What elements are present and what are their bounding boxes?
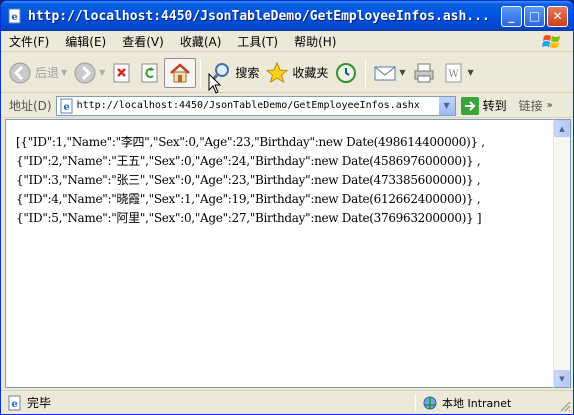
mail-icon (374, 66, 396, 80)
title-bar[interactable]: e http://localhost:4450/JsonTableDemo/Ge… (1, 1, 573, 31)
menu-edit[interactable]: 编辑(E) (57, 33, 114, 50)
svg-text:e: e (63, 102, 69, 113)
maximize-button[interactable]: □ (524, 5, 545, 27)
menu-favorites[interactable]: 收藏(A) (172, 33, 230, 50)
json-line: [{"ID":1,"Name":"李四","Sex":0,"Age":23,"B… (16, 135, 485, 149)
back-icon (9, 62, 31, 83)
home-icon (170, 62, 191, 82)
mail-dropdown-icon[interactable]: ▼ (399, 68, 405, 77)
page-done-icon: e (8, 395, 21, 410)
resize-grip-icon[interactable] (559, 400, 571, 412)
menu-view[interactable]: 查看(V) (114, 33, 172, 50)
json-line: {"ID":3,"Name":"张三","Sex":0,"Age":23,"Bi… (16, 173, 481, 187)
status-bar: e 完毕 本地 Intranet (1, 390, 573, 414)
history-icon (336, 62, 357, 83)
address-dropdown-icon[interactable]: ▼ (437, 96, 455, 115)
address-bar: 地址(D) e ▼ 转到 链接 » (1, 94, 573, 118)
print-icon (414, 63, 434, 82)
favorites-label: 收藏夹 (292, 66, 329, 80)
toolbar-separator (365, 58, 367, 87)
links-button[interactable]: 链接 (519, 97, 543, 114)
back-button[interactable]: 后退 ▼ (5, 56, 70, 90)
history-button[interactable] (331, 56, 361, 90)
address-label: 地址(D) (9, 99, 52, 113)
intranet-globe-icon (423, 396, 437, 410)
minimize-button[interactable]: _ (501, 5, 522, 27)
security-zone[interactable]: 本地 Intranet (411, 391, 512, 414)
back-dropdown-icon[interactable]: ▼ (61, 68, 67, 77)
windows-logo-icon (539, 31, 565, 52)
links-chevron-icon[interactable]: » (547, 100, 553, 111)
status-separator (415, 394, 416, 412)
maximize-icon: □ (528, 9, 541, 23)
go-label: 转到 (482, 99, 507, 113)
json-line: {"ID":4,"Name":"晓霞","Sex":1,"Age":19,"Bi… (16, 192, 481, 206)
browser-window: e http://localhost:4450/JsonTableDemo/Ge… (0, 0, 574, 415)
go-button[interactable]: 转到 (460, 96, 507, 115)
minimize-icon: _ (508, 9, 515, 23)
json-line: {"ID":5,"Name":"阿里","Sex":0,"Age":27,"Bi… (16, 211, 482, 225)
home-button[interactable] (164, 57, 197, 88)
edit-dropdown-icon[interactable]: ▼ (468, 68, 474, 77)
scroll-up-icon[interactable]: ▲ (554, 120, 570, 137)
refresh-button[interactable] (136, 56, 164, 90)
mail-button[interactable]: ▼ (370, 56, 408, 90)
favorites-star-icon (266, 61, 289, 83)
back-label: 后退 (35, 66, 60, 80)
forward-button[interactable]: ▼ (70, 56, 108, 90)
toolbar: 后退 ▼ ▼ 搜索 收藏夹 ▼ W ▼ (1, 53, 573, 93)
zone-text: 本地 Intranet (442, 397, 512, 410)
forward-icon (74, 62, 96, 83)
ie-page-icon: e (8, 8, 21, 24)
menu-tools[interactable]: 工具(T) (229, 33, 286, 50)
close-icon: ✕ (552, 9, 563, 23)
toolbar-separator (200, 58, 202, 87)
close-button[interactable]: ✕ (547, 5, 568, 27)
go-arrow-icon (460, 96, 479, 115)
refresh-icon (141, 63, 158, 82)
window-title: http://localhost:4450/JsonTableDemo/GetE… (28, 8, 490, 24)
scroll-down-icon[interactable]: ▼ (554, 370, 570, 387)
svg-text:W: W (448, 69, 459, 80)
stop-button[interactable] (108, 56, 136, 90)
status-text: 完毕 (27, 396, 52, 410)
mouse-cursor-icon (208, 73, 222, 94)
vertical-scrollbar[interactable]: ▲ ▼ (553, 119, 571, 388)
menu-bar: 文件(F) 编辑(E) 查看(V) 收藏(A) 工具(T) 帮助(H) (1, 31, 573, 52)
page-content: [{"ID":1,"Name":"李四","Sex":0,"Age":23,"B… (5, 119, 553, 388)
stop-icon (113, 63, 130, 82)
address-input[interactable] (74, 96, 438, 115)
menu-help[interactable]: 帮助(H) (286, 33, 344, 50)
address-box[interactable]: e ▼ (55, 95, 456, 116)
svg-text:e: e (11, 399, 17, 410)
forward-dropdown-icon[interactable]: ▼ (99, 68, 105, 77)
print-button[interactable] (409, 56, 439, 90)
menu-file[interactable]: 文件(F) (1, 33, 57, 50)
json-line: {"ID":2,"Name":"王五","Sex":0,"Age":24,"Bi… (16, 154, 481, 168)
edit-word-icon: W (445, 63, 462, 82)
page-icon: e (60, 98, 73, 113)
favorites-button[interactable]: 收藏夹 (262, 56, 331, 90)
edit-button[interactable]: W ▼ (439, 56, 477, 90)
search-label: 搜索 (235, 66, 260, 80)
svg-text:e: e (11, 12, 17, 23)
